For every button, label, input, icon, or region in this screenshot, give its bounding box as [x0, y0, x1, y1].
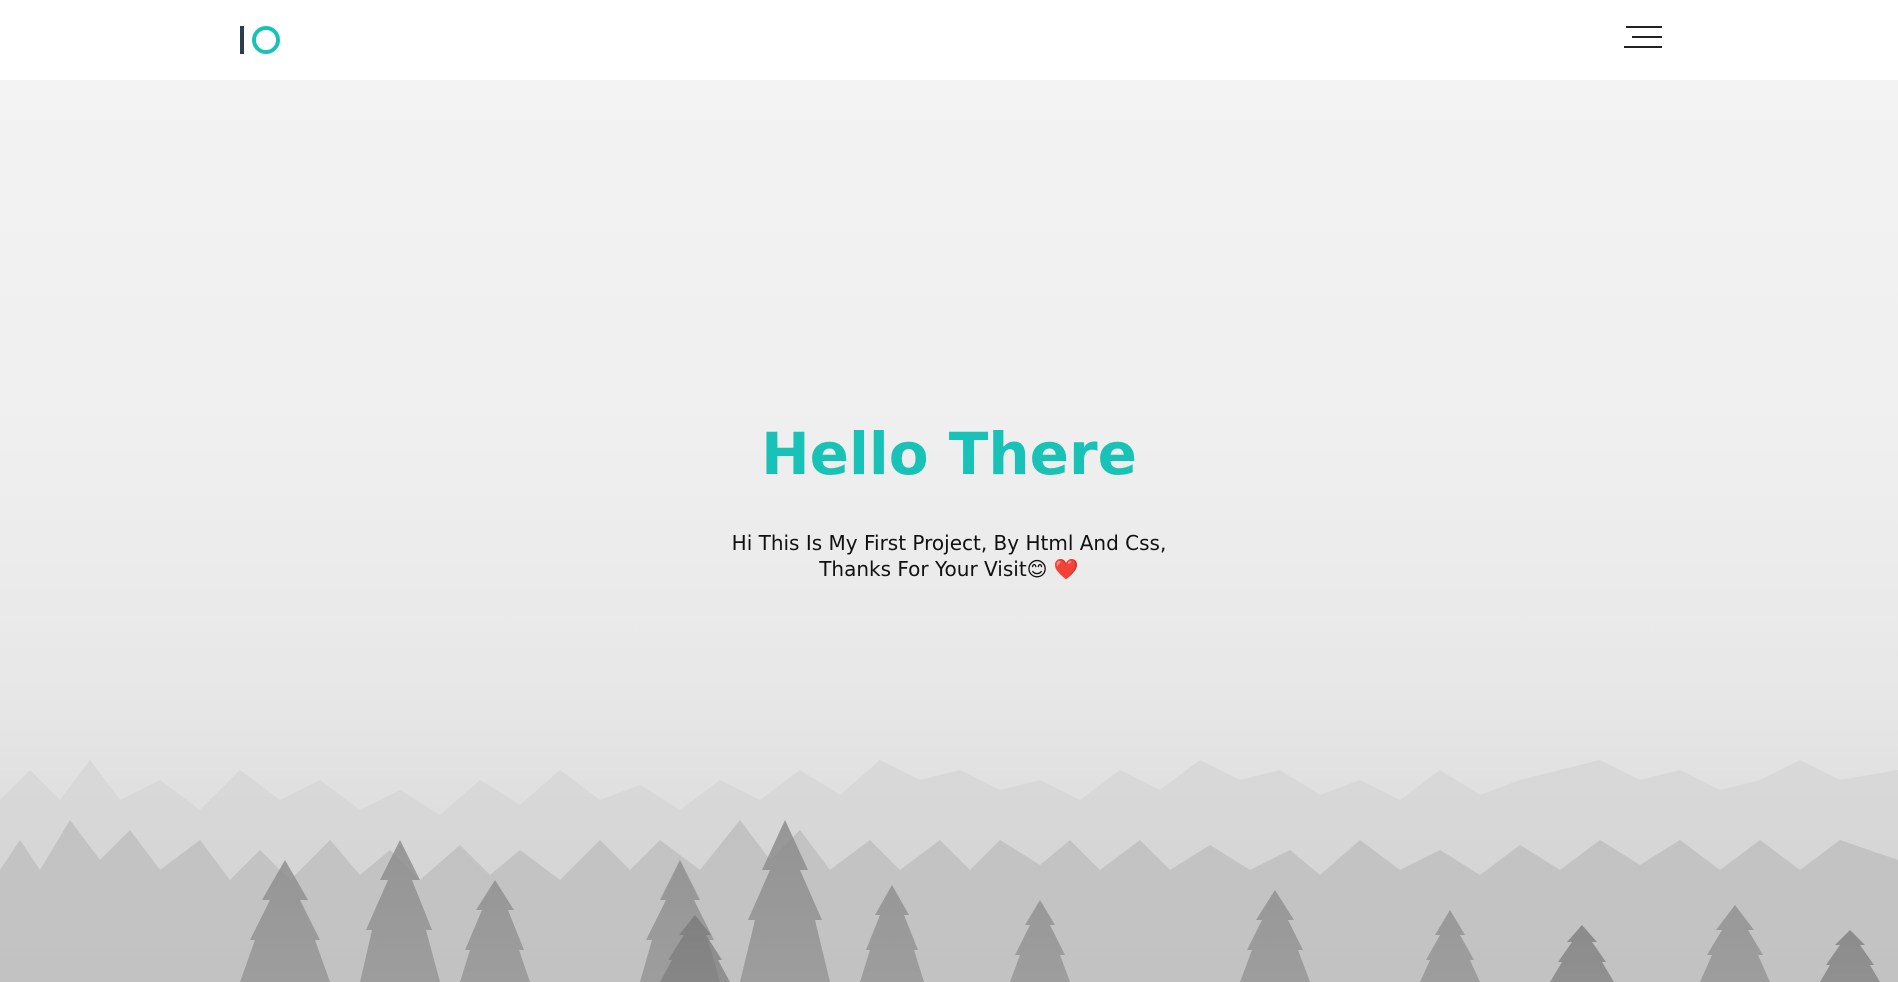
hero-title: Hello There	[761, 420, 1137, 488]
menu-line	[1624, 46, 1662, 48]
site-header	[0, 0, 1898, 80]
menu-line	[1632, 36, 1662, 38]
logo-ring	[252, 26, 280, 54]
menu-line	[1626, 26, 1662, 28]
hamburger-menu-icon[interactable]	[1622, 26, 1662, 50]
hero-section: Hello There Hi This Is My First Project,…	[0, 80, 1898, 982]
logo-bar	[240, 26, 244, 54]
hero-intro-text: Hi This Is My First Project, By Html And…	[731, 531, 1167, 581]
io-logo-icon[interactable]	[238, 26, 284, 56]
